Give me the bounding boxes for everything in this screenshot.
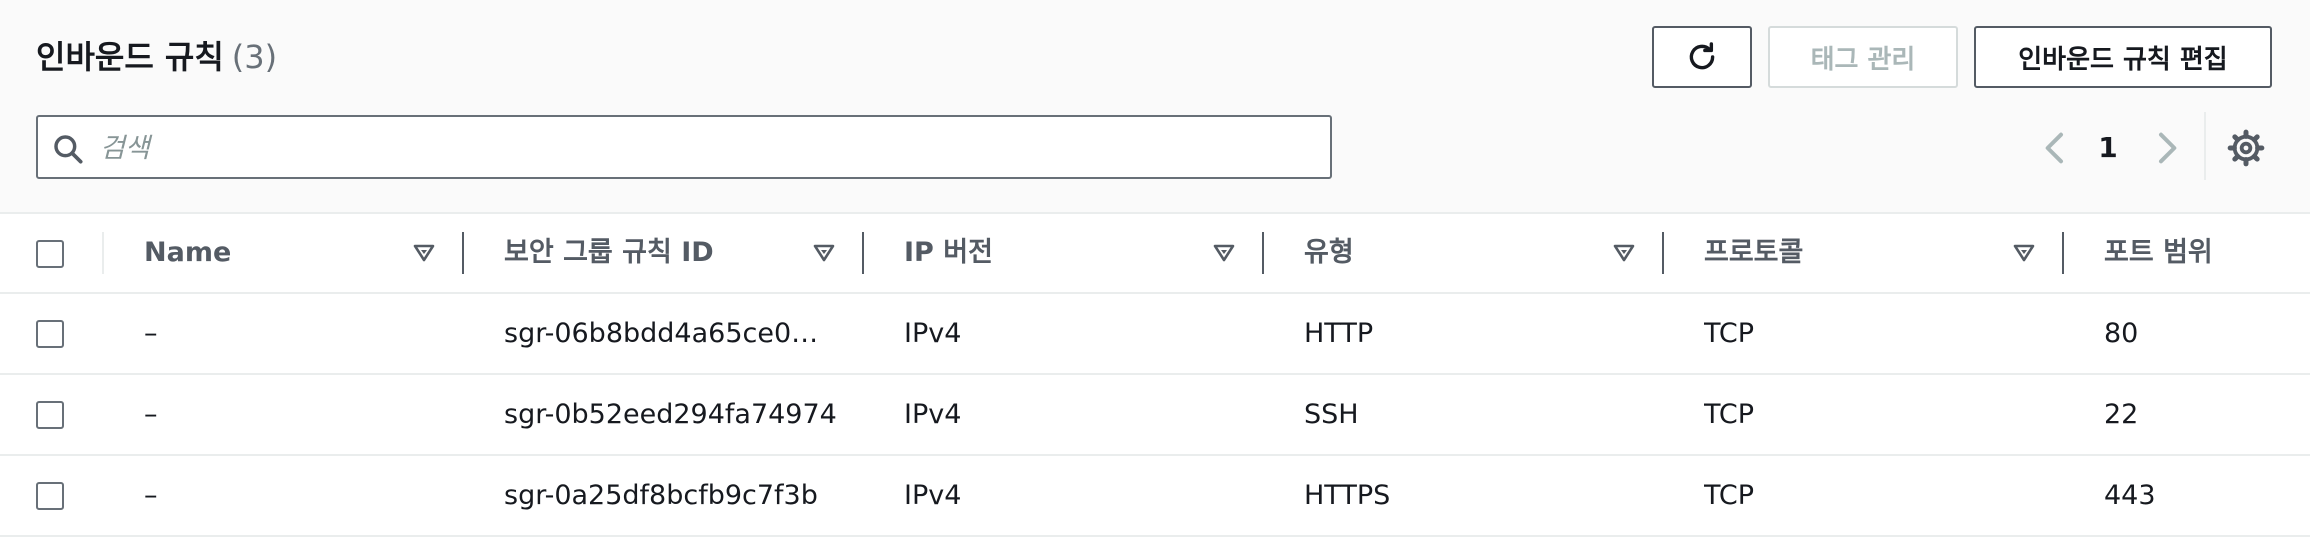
cell-rule-id[interactable]: sgr-0a25df8bcfb9c7f3b	[504, 456, 844, 535]
table-row[interactable]: – sgr-0a25df8bcfb9c7f3b IPv4 HTTPS TCP 4…	[0, 456, 2310, 537]
gear-icon[interactable]	[2226, 128, 2266, 168]
sort-icon[interactable]	[412, 241, 436, 265]
column-header-protocol[interactable]: 프로토콜	[1704, 214, 1803, 292]
row-checkbox[interactable]	[36, 482, 64, 510]
search-box[interactable]	[36, 115, 1332, 179]
cell-rule-id[interactable]: sgr-0b52eed294fa74974	[504, 375, 844, 454]
sort-icon[interactable]	[1612, 241, 1636, 265]
rule-count: (3)	[231, 38, 278, 76]
page-title: 인바운드 규칙 (3)	[36, 32, 277, 78]
row-checkbox[interactable]	[36, 320, 64, 348]
cell-protocol: TCP	[1704, 399, 1755, 430]
inbound-rules-table: Name 보안 그룹 규칙 ID IP 버전 유형 프로토콜 포트 범위 – s…	[0, 214, 2310, 537]
search-icon	[54, 135, 83, 164]
table-row[interactable]: – sgr-06b8bdd4a65ce0e… IPv4 HTTP TCP 80	[0, 294, 2310, 375]
cell-port-range: 80	[2104, 318, 2139, 349]
column-header-type[interactable]: 유형	[1304, 214, 1354, 292]
cell-ip-version: IPv4	[904, 480, 962, 511]
refresh-button[interactable]	[1652, 26, 1752, 88]
cell-name: –	[144, 480, 158, 511]
cell-protocol: TCP	[1704, 480, 1755, 511]
column-header-rule-id[interactable]: 보안 그룹 규칙 ID	[504, 214, 714, 292]
table-header-row: Name 보안 그룹 규칙 ID IP 버전 유형 프로토콜 포트 범위	[0, 214, 2310, 294]
column-header-name[interactable]: Name	[144, 214, 231, 292]
cell-protocol: TCP	[1704, 318, 1755, 349]
chevron-left-icon[interactable]	[2036, 128, 2076, 168]
cell-ip-version: IPv4	[904, 399, 962, 430]
column-resizer[interactable]	[462, 232, 464, 274]
chevron-right-icon[interactable]	[2146, 128, 2186, 168]
sort-icon[interactable]	[2012, 241, 2036, 265]
sort-icon[interactable]	[812, 241, 836, 265]
cell-name: –	[144, 399, 158, 430]
column-resizer[interactable]	[862, 232, 864, 274]
table-row[interactable]: – sgr-0b52eed294fa74974 IPv4 SSH TCP 22	[0, 375, 2310, 456]
manage-tags-button[interactable]: 태그 관리	[1768, 26, 1958, 88]
cell-port-range: 22	[2104, 399, 2139, 430]
sort-icon[interactable]	[1212, 241, 1236, 265]
edit-inbound-rules-button[interactable]: 인바운드 규칙 편집	[1974, 26, 2272, 88]
cell-ip-version: IPv4	[904, 318, 962, 349]
current-page-number[interactable]: 1	[2088, 128, 2128, 168]
cell-name: –	[144, 318, 158, 349]
select-all-checkbox[interactable]	[36, 240, 64, 268]
column-resizer[interactable]	[2062, 232, 2064, 274]
column-resizer[interactable]	[1662, 232, 1664, 274]
column-resizer[interactable]	[1262, 232, 1264, 274]
title-text: 인바운드 규칙	[36, 38, 224, 76]
pagination-divider	[2204, 112, 2206, 180]
cell-port-range: 443	[2104, 480, 2156, 511]
row-checkbox[interactable]	[36, 401, 64, 429]
cell-type: HTTP	[1304, 318, 1374, 349]
cell-type: SSH	[1304, 399, 1359, 430]
panel-header: 인바운드 규칙(3) 태그 관리 인바운드 규칙 편집 1	[0, 0, 2310, 214]
cell-rule-id[interactable]: sgr-06b8bdd4a65ce0e…	[504, 294, 834, 373]
refresh-icon	[1689, 42, 1715, 70]
column-divider	[102, 232, 104, 274]
cell-type: HTTPS	[1304, 480, 1391, 511]
column-header-ip-version[interactable]: IP 버전	[904, 214, 993, 292]
search-input[interactable]	[98, 125, 1302, 171]
column-header-port-range[interactable]: 포트 범위	[2104, 214, 2213, 292]
